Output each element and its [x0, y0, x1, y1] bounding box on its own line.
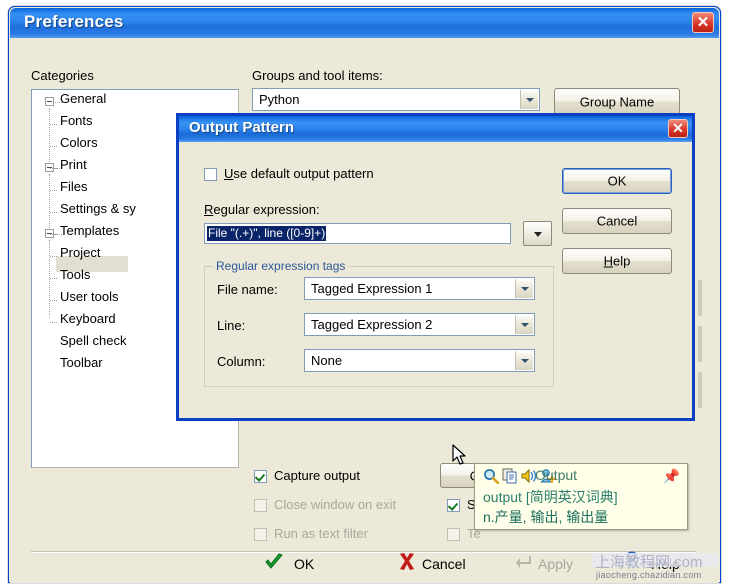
close-icon[interactable]: ✕: [668, 119, 688, 138]
sidebar-item-tools[interactable]: Tools: [60, 267, 90, 282]
sidebar-item-spell-check[interactable]: Spell check: [60, 333, 126, 348]
tree-dash: [50, 278, 57, 280]
ok-button[interactable]: OK: [294, 556, 314, 572]
dialog-cancel-button-label: Cancel: [596, 213, 638, 229]
capture-output-checkbox[interactable]: [254, 470, 267, 483]
regex-tags-group: Regular expression tags File name: Tagge…: [204, 259, 554, 387]
list-scroll-mark: [698, 372, 702, 408]
close-icon[interactable]: ✕: [692, 12, 714, 33]
page-title: Preferences: [24, 12, 124, 31]
dialog-ok-button[interactable]: OK: [562, 168, 672, 194]
tooltip-definition: n.产量, 输出, 输出量: [483, 509, 609, 525]
cross-icon: [400, 553, 414, 570]
group-combobox[interactable]: Python: [252, 88, 540, 111]
list-scroll-mark: [698, 280, 702, 316]
regex-tags-group-title: Regular expression tags: [213, 259, 349, 273]
sidebar-item-files[interactable]: Files: [60, 179, 87, 194]
line-label: Line:: [217, 318, 246, 333]
apply-button: Apply: [538, 556, 574, 572]
tree-dash: [50, 124, 57, 126]
regex-history-dropdown-icon[interactable]: [523, 221, 552, 246]
file-name-combobox-value: Tagged Expression 1: [311, 281, 433, 296]
chevron-down-icon[interactable]: [515, 315, 533, 334]
dictionary-tooltip: Output 📌 output [简明英汉词典] n.产量, 输出, 输出量: [474, 463, 688, 530]
group-combobox-value: Python: [259, 92, 300, 107]
check-icon: [265, 553, 283, 569]
run-as-text-filter-label: Run as text filter: [274, 526, 368, 541]
categories-label: Categories: [31, 68, 94, 83]
chevron-down-icon[interactable]: [515, 279, 533, 298]
text-option-checkbox: [447, 528, 460, 541]
regex-input-value: File "(.+)", line ([0-9]+): [207, 226, 327, 241]
sidebar-item-general[interactable]: General: [60, 91, 106, 106]
sidebar-item-user-tools[interactable]: User tools: [60, 289, 119, 304]
chevron-down-icon[interactable]: [520, 90, 538, 109]
line-combobox-value: Tagged Expression 2: [311, 317, 433, 332]
tree-dash: [50, 190, 57, 192]
tooltip-entry: output [简明英汉词典]: [483, 489, 618, 505]
tree-dash: [50, 212, 57, 214]
sidebar-item-keyboard[interactable]: Keyboard: [60, 311, 116, 326]
column-label: Column:: [217, 354, 266, 369]
tree-dash: [50, 300, 57, 302]
tree-dash: [50, 146, 57, 148]
list-scroll-mark: [698, 326, 702, 362]
pin-icon[interactable]: 📌: [663, 468, 680, 485]
dialog-cancel-button[interactable]: Cancel: [562, 208, 672, 234]
use-default-output-pattern-checkbox[interactable]: [204, 168, 217, 181]
dialog-help-button[interactable]: Help: [562, 248, 672, 274]
sidebar-item-settings[interactable]: Settings & sy: [60, 201, 136, 216]
dialog-help-button-label: Help: [603, 253, 631, 269]
group-name-button-label: Group Name: [579, 94, 655, 109]
tree-connector: [49, 174, 51, 230]
output-pattern-titlebar[interactable]: Output Pattern ✕: [179, 116, 692, 142]
tree-dash: [50, 234, 57, 236]
tree-dash: [50, 322, 57, 324]
mouse-cursor: [452, 444, 466, 465]
preferences-titlebar[interactable]: Preferences ✕: [10, 8, 719, 38]
tree-connector: [49, 108, 51, 164]
sidebar-item-fonts[interactable]: Fonts: [60, 113, 93, 128]
column-combobox-value: None: [311, 353, 343, 368]
watermark-overlay: 上海教程网.com: [595, 554, 703, 571]
save-all-checkbox[interactable]: [447, 499, 460, 512]
dialog-title: Output Pattern: [189, 119, 294, 136]
cancel-button[interactable]: Cancel: [422, 556, 466, 572]
tooltip-headword: Output: [535, 467, 578, 483]
close-window-on-exit-checkbox: [254, 499, 267, 512]
dialog-ok-button-label: OK: [607, 173, 627, 189]
regex-input[interactable]: File "(.+)", line ([0-9]+): [204, 223, 511, 244]
file-name-combobox[interactable]: Tagged Expression 1: [304, 277, 535, 300]
sidebar-item-print[interactable]: Print: [60, 157, 87, 172]
sidebar-item-templates[interactable]: Templates: [60, 223, 119, 238]
search-icon[interactable]: [483, 468, 499, 484]
output-pattern-dialog: Output Pattern ✕ Use default output patt…: [176, 113, 695, 421]
sidebar-item-toolbar[interactable]: Toolbar: [60, 355, 103, 370]
screen: Preferences ✕ Categories Groups and tool…: [0, 0, 729, 587]
sidebar-item-colors[interactable]: Colors: [60, 135, 98, 150]
sidebar-item-project[interactable]: Project: [60, 245, 100, 260]
tree-dash: [50, 168, 57, 170]
column-combobox[interactable]: None: [304, 349, 535, 372]
use-default-output-pattern-label: Use default output pattern: [224, 166, 374, 181]
chevron-down-icon[interactable]: [515, 351, 533, 370]
close-window-on-exit-label: Close window on exit: [274, 497, 397, 512]
capture-output-label: Capture output: [274, 468, 361, 483]
group-name-button[interactable]: Group Name: [554, 88, 680, 115]
apply-icon: [516, 556, 531, 568]
groups-label: Groups and tool items:: [252, 68, 383, 83]
tree-expander-general[interactable]: [45, 97, 54, 106]
tree-dash: [50, 256, 57, 258]
watermark-text: jiaocheng.chazidian.com: [596, 570, 702, 580]
copy-icon[interactable]: [502, 468, 518, 484]
run-as-text-filter-checkbox: [254, 528, 267, 541]
file-name-label: File name:: [217, 282, 278, 297]
line-combobox[interactable]: Tagged Expression 2: [304, 313, 535, 336]
regex-label: Regular expression:: [204, 202, 320, 217]
